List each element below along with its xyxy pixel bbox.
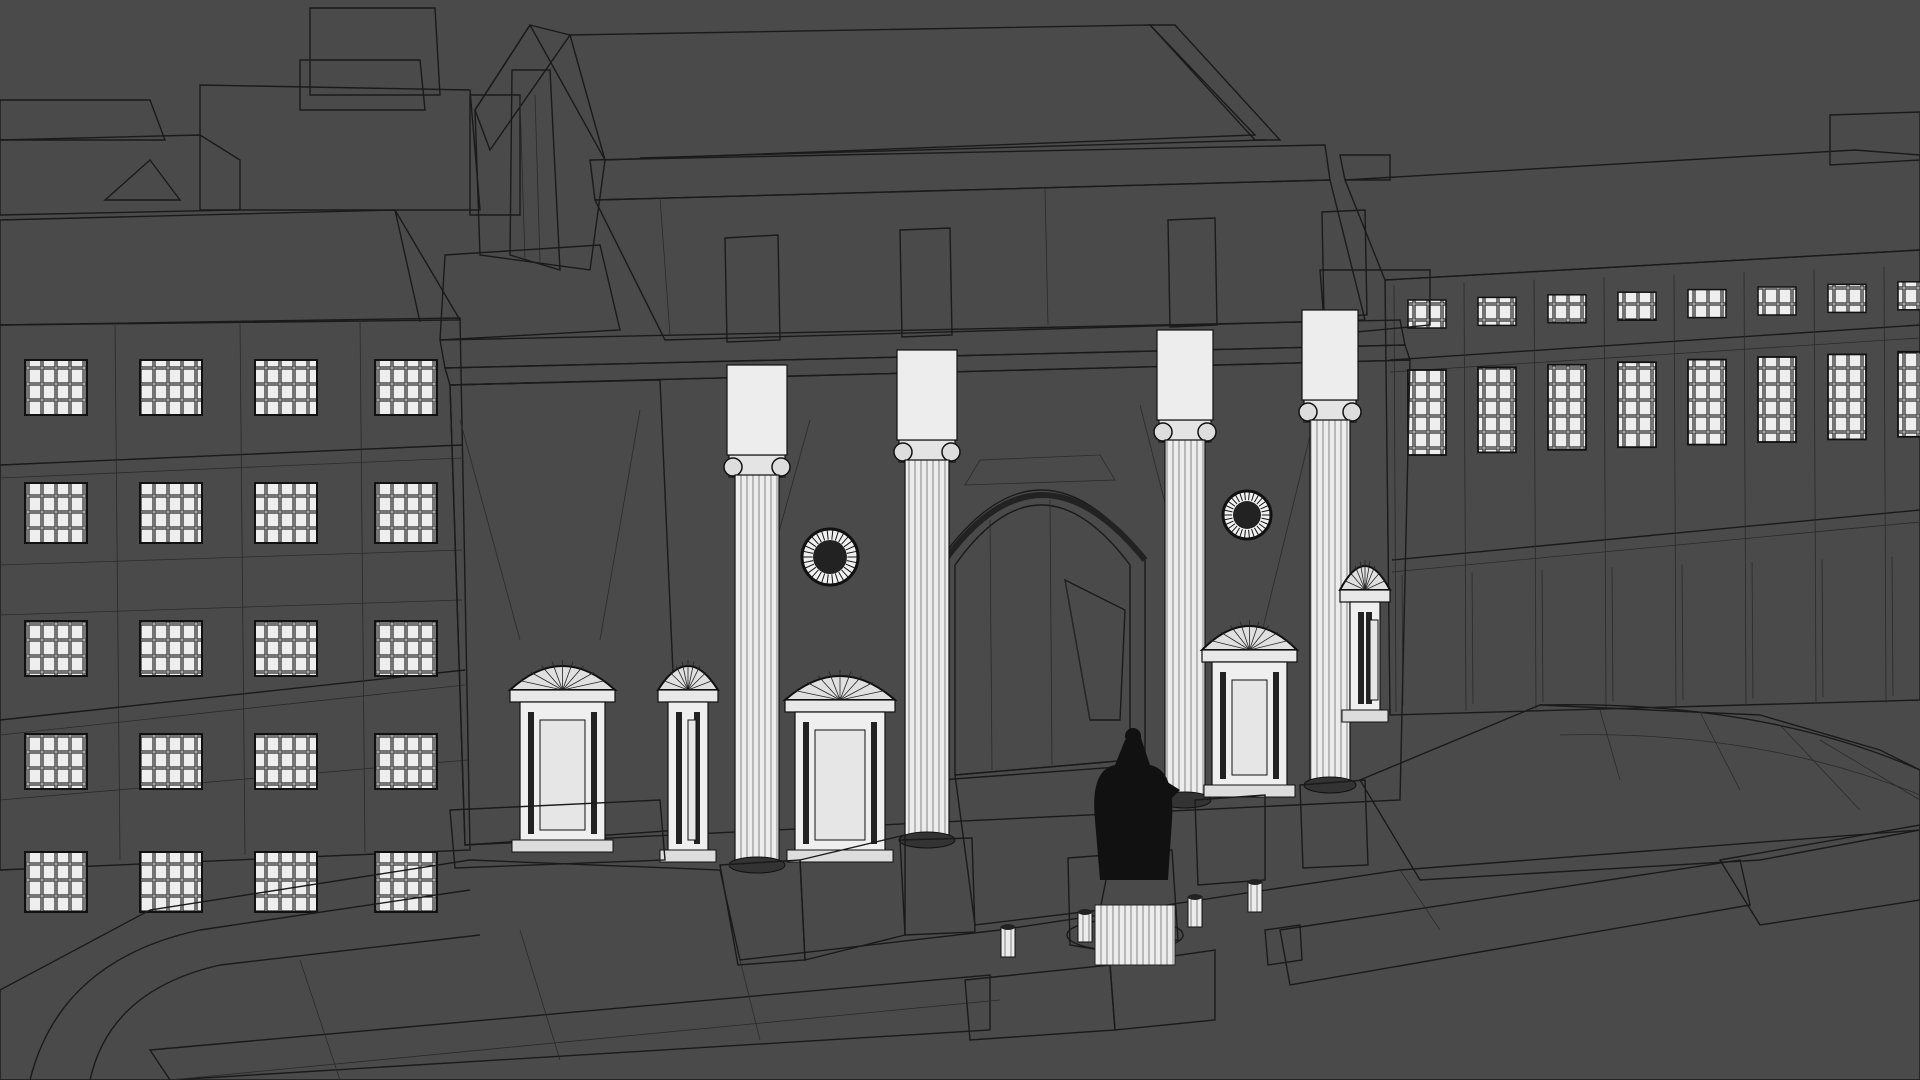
bollard-cap bbox=[1248, 879, 1262, 885]
window bbox=[1547, 363, 1587, 451]
window bbox=[374, 733, 438, 790]
bollard-cap bbox=[1078, 909, 1092, 915]
window bbox=[1757, 356, 1797, 443]
window bbox=[374, 482, 438, 544]
door-sill bbox=[1203, 784, 1296, 798]
window bbox=[254, 620, 318, 677]
volute bbox=[771, 457, 791, 477]
column-entablature bbox=[726, 364, 788, 456]
door-pilaster bbox=[803, 722, 809, 844]
window bbox=[1897, 350, 1920, 438]
window bbox=[1617, 291, 1657, 321]
door-leaf bbox=[687, 719, 697, 841]
bollard bbox=[1247, 881, 1263, 913]
door-sill bbox=[511, 839, 614, 853]
door-lintel bbox=[1339, 589, 1391, 603]
window bbox=[139, 733, 203, 790]
volute bbox=[1342, 402, 1362, 422]
window bbox=[254, 359, 318, 416]
window bbox=[1687, 288, 1727, 319]
door-sill bbox=[1341, 709, 1389, 723]
door-leaf bbox=[814, 729, 866, 841]
door-pilaster bbox=[528, 712, 534, 834]
window bbox=[1477, 366, 1517, 454]
door-pilaster bbox=[676, 712, 682, 844]
door-leaf bbox=[1369, 619, 1379, 701]
bollard-cap bbox=[1001, 924, 1015, 930]
fluted-column bbox=[1164, 439, 1206, 801]
bollard bbox=[1000, 926, 1016, 958]
column-entablature bbox=[1156, 329, 1214, 421]
window bbox=[1547, 294, 1587, 324]
model-render-svg bbox=[0, 0, 1920, 1080]
window bbox=[24, 359, 88, 416]
window bbox=[1407, 369, 1447, 456]
door-sill bbox=[786, 849, 894, 863]
window bbox=[254, 851, 318, 913]
volute bbox=[941, 442, 961, 462]
door-leaf bbox=[539, 719, 586, 831]
bollard bbox=[1187, 896, 1203, 928]
window bbox=[1757, 286, 1797, 316]
fluted-column bbox=[734, 474, 780, 866]
door-lintel bbox=[657, 689, 719, 703]
window bbox=[24, 851, 88, 913]
volute bbox=[1197, 422, 1217, 442]
window bbox=[24, 482, 88, 544]
bollard bbox=[1077, 911, 1093, 943]
column-entablature bbox=[896, 349, 958, 441]
door-leaf bbox=[1231, 679, 1268, 776]
window bbox=[254, 482, 318, 544]
window bbox=[1617, 361, 1657, 449]
window bbox=[24, 620, 88, 677]
window bbox=[1827, 353, 1867, 441]
door-lintel bbox=[509, 689, 616, 703]
volute bbox=[893, 442, 913, 462]
fluted-column bbox=[904, 459, 950, 841]
volute bbox=[723, 457, 743, 477]
door-lintel bbox=[1201, 649, 1298, 663]
window bbox=[374, 620, 438, 677]
window bbox=[1687, 358, 1727, 446]
window bbox=[1477, 296, 1517, 327]
door-sill bbox=[659, 849, 717, 863]
window bbox=[1827, 283, 1867, 314]
column-base bbox=[728, 856, 786, 874]
window bbox=[24, 733, 88, 790]
rosette-window-left bbox=[800, 527, 860, 587]
door-lintel bbox=[784, 699, 896, 713]
column-entablature bbox=[1301, 309, 1359, 401]
window bbox=[1407, 299, 1447, 329]
model-render bbox=[0, 0, 1920, 1080]
volute bbox=[1298, 402, 1318, 422]
door-pilaster bbox=[1273, 672, 1279, 779]
rosette-window-right bbox=[1221, 489, 1273, 541]
window bbox=[374, 359, 438, 416]
door-pilaster bbox=[591, 712, 597, 834]
door-pilaster bbox=[1220, 672, 1226, 779]
window bbox=[139, 359, 203, 416]
bollard-cap bbox=[1188, 894, 1202, 900]
volute bbox=[1153, 422, 1173, 442]
window bbox=[139, 620, 203, 677]
window bbox=[254, 733, 318, 790]
window bbox=[1897, 281, 1920, 311]
door-pilaster bbox=[871, 722, 877, 844]
column-base bbox=[1303, 776, 1357, 794]
door-pilaster bbox=[1358, 612, 1364, 704]
window bbox=[139, 482, 203, 544]
